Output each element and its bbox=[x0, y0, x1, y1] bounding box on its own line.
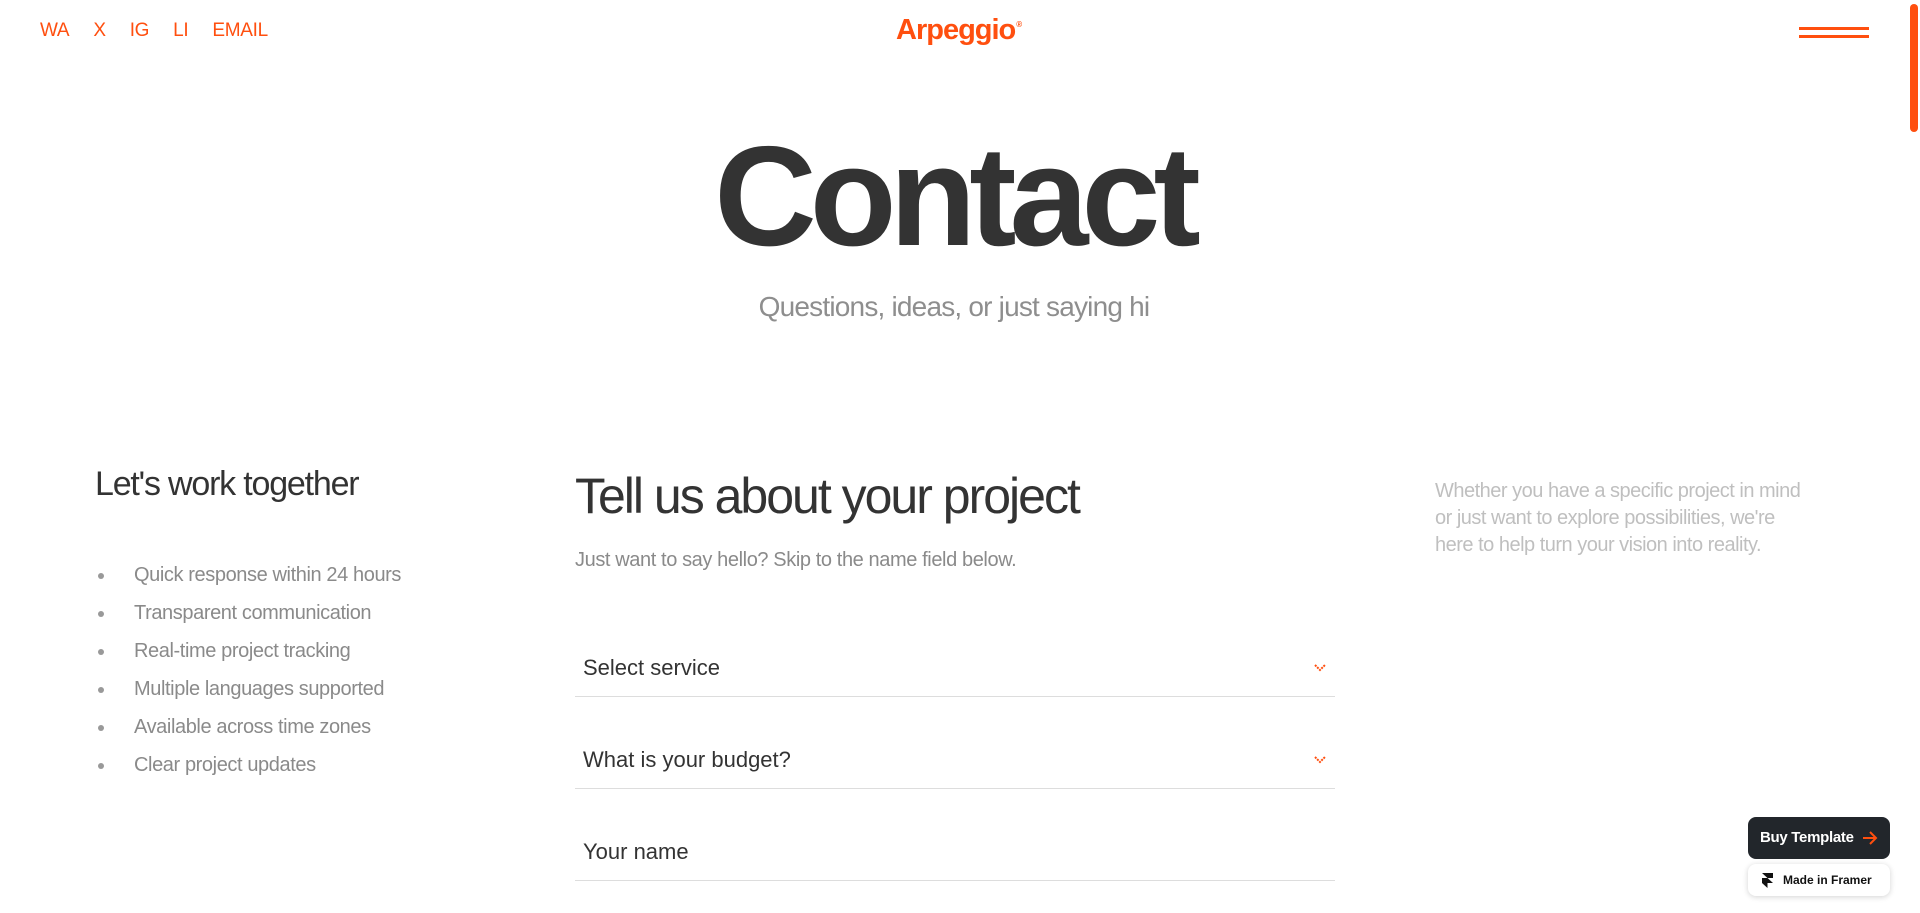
contact-form: Tell us about your project Just want to … bbox=[575, 465, 1335, 881]
chevron-down-icon bbox=[1314, 664, 1326, 672]
name-field-label: Your name bbox=[583, 839, 689, 864]
page-title: Contact bbox=[714, 117, 1201, 276]
service-select[interactable]: Select service bbox=[575, 638, 1335, 697]
scrollbar[interactable] bbox=[1908, 0, 1920, 913]
made-in-framer-badge[interactable]: Made in Framer bbox=[1748, 864, 1890, 896]
social-link-wa[interactable]: WA bbox=[40, 20, 70, 42]
benefits-section: Let's work together Quick response withi… bbox=[95, 465, 475, 792]
made-in-framer-label: Made in Framer bbox=[1783, 873, 1872, 887]
buy-template-button[interactable]: Buy Template bbox=[1748, 817, 1890, 859]
benefit-item: Clear project updates bbox=[95, 754, 475, 792]
buy-template-label: Buy Template bbox=[1760, 829, 1854, 846]
benefit-item: Transparent communication bbox=[95, 602, 475, 640]
menu-line bbox=[1799, 35, 1869, 38]
chevron-down-icon bbox=[1314, 756, 1326, 764]
benefit-item: Available across time zones bbox=[95, 716, 475, 754]
service-select-label: Select service bbox=[583, 655, 720, 680]
social-links: WA X IG LI EMAIL bbox=[40, 20, 292, 42]
logo-registered-mark: ® bbox=[1016, 20, 1022, 29]
benefit-item: Multiple languages supported bbox=[95, 678, 475, 716]
name-field[interactable]: Your name bbox=[575, 822, 1335, 881]
brand-logo[interactable]: Arpeggio® bbox=[896, 14, 1022, 47]
arrow-right-icon bbox=[1863, 831, 1878, 845]
social-link-ig[interactable]: IG bbox=[130, 20, 150, 42]
social-link-li[interactable]: LI bbox=[173, 20, 189, 42]
benefit-item: Quick response within 24 hours bbox=[95, 564, 475, 602]
logo-text: Arpeggio bbox=[896, 14, 1016, 46]
form-intro: Just want to say hello? Skip to the name… bbox=[575, 549, 1017, 571]
framer-logo-icon bbox=[1762, 873, 1773, 888]
budget-select[interactable]: What is your budget? bbox=[575, 730, 1335, 789]
budget-select-label: What is your budget? bbox=[583, 747, 791, 772]
form-heading: Tell us about your project bbox=[575, 468, 1081, 524]
benefits-list: Quick response within 24 hours Transpare… bbox=[95, 564, 475, 792]
top-navigation: WA X IG LI EMAIL Arpeggio® bbox=[0, 0, 1908, 64]
social-link-email[interactable]: EMAIL bbox=[212, 20, 268, 42]
hamburger-menu-icon[interactable] bbox=[1799, 24, 1871, 42]
menu-line bbox=[1799, 27, 1869, 30]
intro-text: Whether you have a specific project in m… bbox=[1435, 480, 1801, 556]
scrollbar-thumb[interactable] bbox=[1910, 4, 1918, 132]
social-link-x[interactable]: X bbox=[93, 20, 106, 42]
benefit-item: Real-time project tracking bbox=[95, 640, 475, 678]
page-subtitle: Questions, ideas, or just saying hi bbox=[758, 291, 1150, 322]
benefits-heading: Let's work together bbox=[95, 465, 360, 503]
